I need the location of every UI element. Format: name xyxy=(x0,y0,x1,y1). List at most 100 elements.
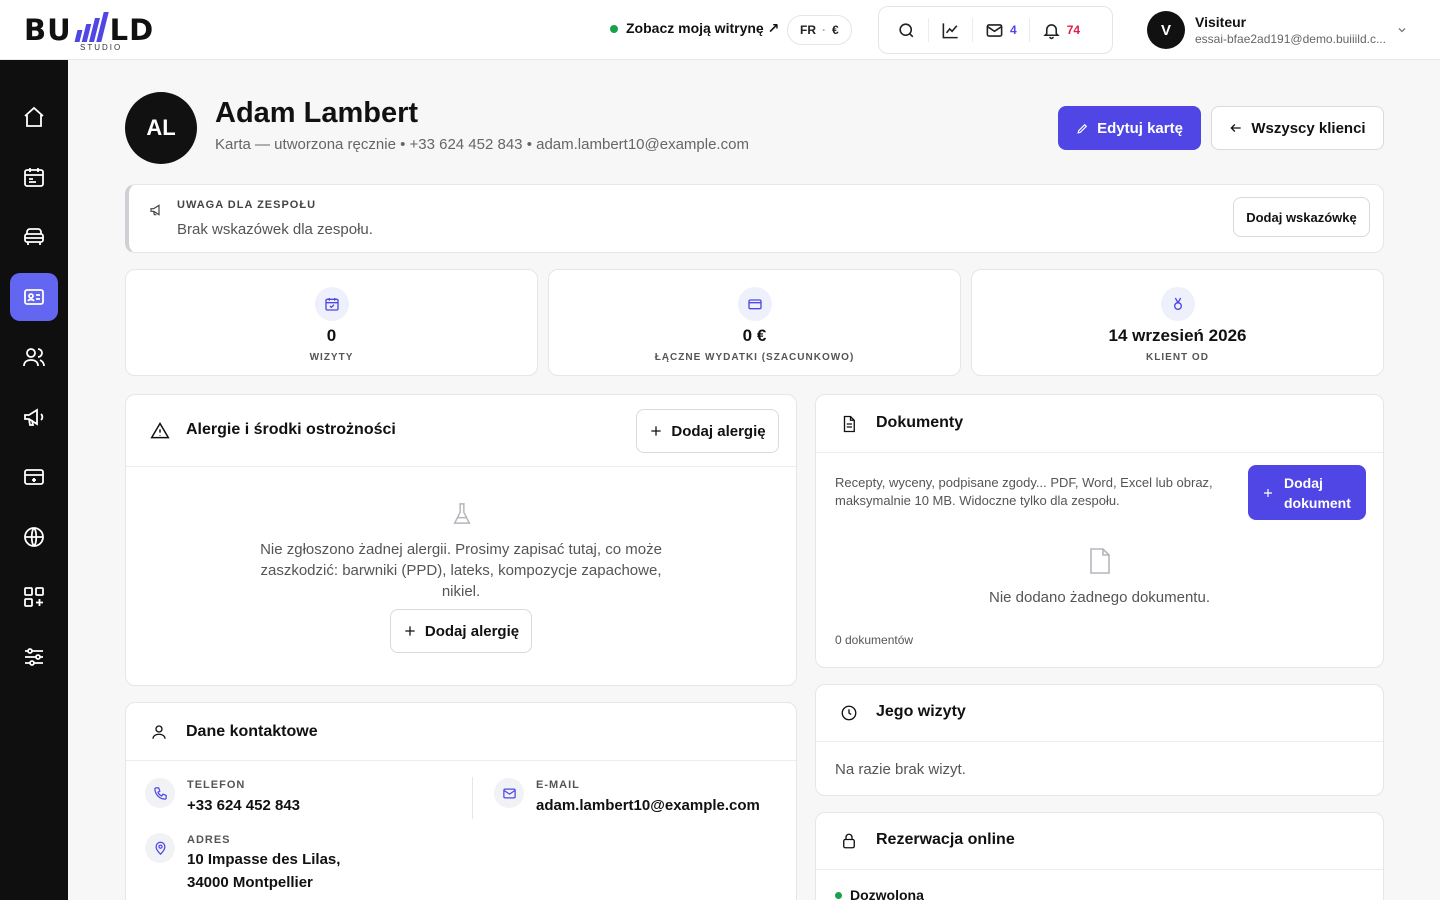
sidebar-item-services[interactable] xyxy=(10,213,58,261)
contact-card-icon xyxy=(24,289,44,305)
view-site-label: Zobacz moją witrynę ↗ xyxy=(626,20,780,36)
client-name: Adam Lambert xyxy=(215,97,419,129)
stat-value: 0 xyxy=(326,326,337,345)
search-icon xyxy=(899,22,914,37)
contact-title: Dane kontaktowe xyxy=(186,723,318,740)
status-dot-icon xyxy=(835,891,842,899)
messages-button[interactable]: 4 xyxy=(973,18,1030,42)
contact-header: Dane kontaktowe xyxy=(126,703,796,761)
clock-icon xyxy=(841,705,857,721)
chart-line-icon xyxy=(942,22,958,38)
notifications-button[interactable]: 74 xyxy=(1030,18,1092,42)
stat-value: 14 wrzesień 2026 xyxy=(1108,326,1247,345)
view-site-link[interactable]: Zobacz moją witrynę ↗ xyxy=(610,20,779,37)
add-document-label: Dodaj dokument xyxy=(1284,473,1351,513)
sidebar-item-settings[interactable] xyxy=(10,633,58,681)
stat-label: WIZYTY xyxy=(309,352,354,363)
file-icon xyxy=(1090,548,1110,574)
map-pin-icon xyxy=(154,841,166,855)
contact-divider xyxy=(472,777,473,819)
all-clients-button[interactable]: Wszyscy klienci xyxy=(1211,106,1384,150)
user-avatar: V xyxy=(1147,11,1185,49)
allergies-header: Alergie i środki ostrożności Dodaj alerg… xyxy=(126,395,796,467)
stat-icon-wrap xyxy=(737,287,772,321)
plus-icon xyxy=(405,626,415,636)
email-value[interactable]: adam.lambert10@example.com xyxy=(536,794,760,817)
visits-empty-text: Na razie brak wizyt. xyxy=(835,761,966,778)
logo-text-left: BU xyxy=(24,13,72,47)
stat-total-spend: 0 € ŁĄCZNE WYDATKI (SZACUNKOWO) xyxy=(548,269,961,376)
brand-logo[interactable]: BU LD STUDIO xyxy=(24,8,184,52)
stat-label: ŁĄCZNE WYDATKI (SZACUNKOWO) xyxy=(654,352,855,363)
allergies-empty-text: Nie zgłoszono żadnej alergii. Prosimy za… xyxy=(260,541,662,600)
sidebar-item-home[interactable] xyxy=(10,93,58,141)
notifications-count: 74 xyxy=(1066,23,1081,37)
top-bar: BU LD STUDIO Zobacz moją witrynę ↗ FR · … xyxy=(0,0,1440,60)
contact-card: Dane kontaktowe TELEFON +33 624 452 843 … xyxy=(125,702,797,900)
plus-icon xyxy=(651,426,662,436)
sidebar-item-calendar[interactable] xyxy=(10,153,58,201)
online-booking-card: Rezerwacja online Dozwolona xyxy=(815,812,1384,900)
credit-card-icon xyxy=(747,299,762,310)
add-allergy-button[interactable]: Dodaj alergię xyxy=(636,409,779,453)
header-tools: 4 74 xyxy=(878,6,1113,54)
currency-label: € xyxy=(832,23,839,37)
edit-card-label: Edytuj kartę xyxy=(1097,119,1183,137)
documents-description: Recepty, wyceny, podpisane zgody... PDF,… xyxy=(835,475,1213,508)
pencil-icon xyxy=(1077,123,1088,134)
separator-dot: · xyxy=(822,23,826,37)
document-icon xyxy=(843,415,855,433)
language-label: FR xyxy=(800,23,816,37)
calendar-check-icon xyxy=(324,298,339,311)
add-allergy-empty-label: Dodaj alergię xyxy=(424,622,520,640)
sidebar-item-team[interactable] xyxy=(10,333,58,381)
visits-card: Jego wizyty Na razie brak wizyt. xyxy=(815,684,1384,796)
armchair-icon xyxy=(24,228,44,245)
email-icon-wrap xyxy=(494,778,524,808)
add-tip-button[interactable]: Dodaj wskazówkę xyxy=(1233,197,1370,237)
lock-icon xyxy=(843,833,855,849)
plus-icon xyxy=(1264,488,1272,497)
address-line-2: 34000 Montpellier xyxy=(187,874,313,891)
sidebar-item-marketing[interactable] xyxy=(10,393,58,441)
mail-icon xyxy=(986,23,1003,37)
flask-icon xyxy=(453,503,471,524)
megaphone-icon xyxy=(24,408,44,426)
apps-grid-icon xyxy=(24,587,44,607)
bell-icon xyxy=(1042,23,1060,39)
medal-icon xyxy=(1173,297,1182,310)
booking-status-label: Dozwolona xyxy=(850,887,924,900)
visits-header: Jego wizyty xyxy=(816,685,1383,742)
edit-card-button[interactable]: Edytuj kartę xyxy=(1058,106,1201,150)
add-document-label-line-2: dokument xyxy=(1284,494,1351,511)
email-label: E-MAIL xyxy=(536,779,580,791)
arrow-left-icon xyxy=(1230,124,1242,132)
phone-label: TELEFON xyxy=(187,779,246,791)
phone-value[interactable]: +33 624 452 843 xyxy=(187,794,300,817)
sidebar-item-payments[interactable] xyxy=(10,453,58,501)
client-meta: Karta — utworzona ręcznie • +33 624 452 … xyxy=(215,136,749,153)
documents-empty-text: Nie dodano żadnego dokumentu. xyxy=(988,589,1210,606)
online-dot-icon xyxy=(610,24,618,33)
add-document-button[interactable]: Dodaj dokument xyxy=(1248,465,1366,520)
notice-title: UWAGA DLA ZESPOŁU xyxy=(177,199,317,211)
register-icon xyxy=(24,469,44,485)
notice-text: Brak wskazówek dla zespołu. xyxy=(177,221,373,238)
sidebar-item-clients[interactable] xyxy=(10,273,58,321)
sidebar-item-website[interactable] xyxy=(10,513,58,561)
users-icon xyxy=(23,348,45,367)
search-button[interactable] xyxy=(885,18,929,42)
language-currency-switch[interactable]: FR · € xyxy=(787,15,852,45)
add-allergy-empty-button[interactable]: Dodaj alergię xyxy=(390,609,532,653)
user-menu[interactable]: V Visiteur essai-bfae2ad191@demo.buiiild… xyxy=(1147,11,1412,49)
all-clients-label: Wszyscy klienci xyxy=(1251,119,1366,137)
sidebar xyxy=(0,60,68,900)
documents-title: Dokumenty xyxy=(876,414,964,431)
stats-button[interactable] xyxy=(929,18,973,42)
documents-header: Dokumenty xyxy=(816,395,1383,453)
add-document-label-line-1: Dodaj xyxy=(1284,474,1323,491)
phone-icon-wrap xyxy=(145,778,175,808)
sidebar-item-apps[interactable] xyxy=(10,573,58,621)
visits-title: Jego wizyty xyxy=(876,703,966,720)
phone-icon xyxy=(153,786,167,800)
